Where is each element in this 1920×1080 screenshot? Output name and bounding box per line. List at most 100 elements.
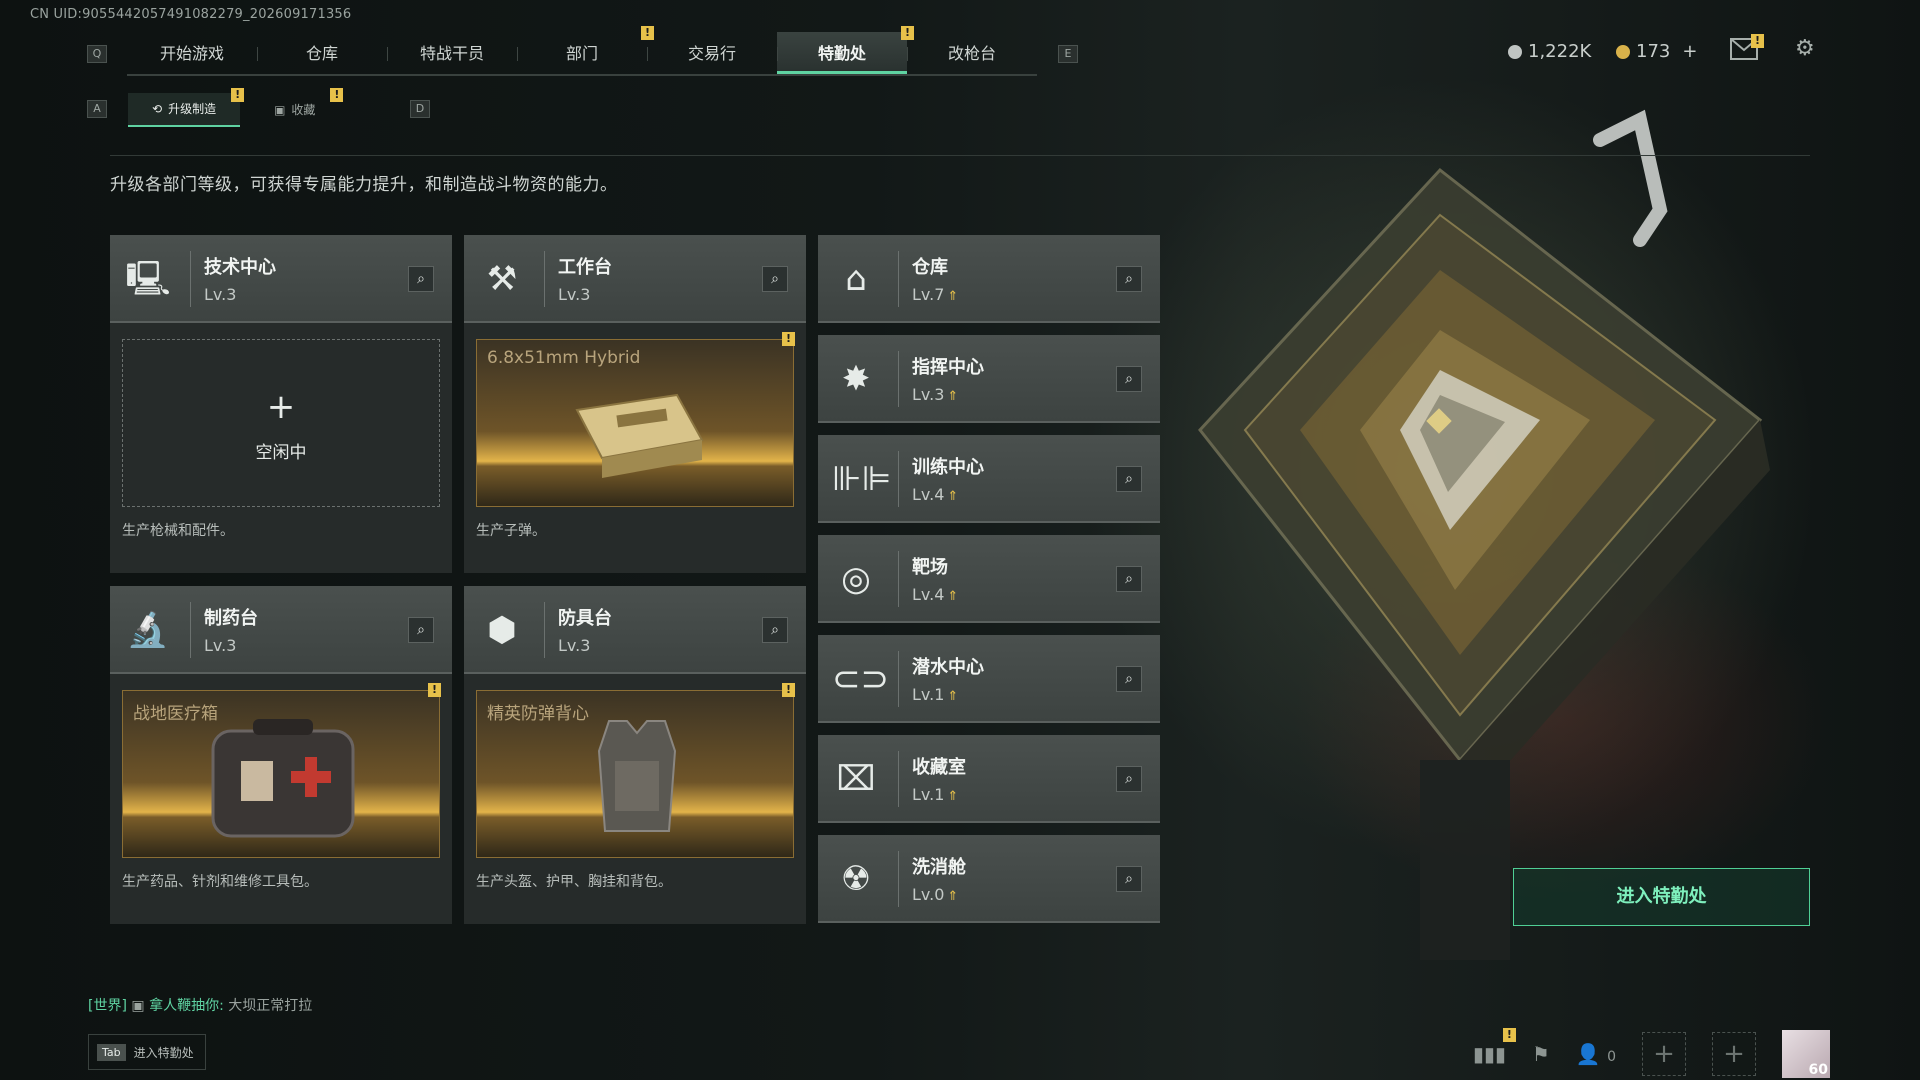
production-card-pharmacy[interactable]: 🔬 制药台 Lv.3 ⌕ 战地医疗箱 ! 生产药品、针剂和维修工具包。 — [110, 586, 452, 924]
card-header: ✸ 指挥中心 Lv.3 ⇑ ⌕ — [818, 335, 1160, 423]
gold-currency: 173 + — [1616, 41, 1697, 62]
tab-warehouse[interactable]: 仓库 — [257, 32, 387, 74]
card-header: ⊂⊃ 潜水中心 Lv.1 ⇑ ⌕ — [818, 635, 1160, 723]
gold-coin-icon — [1616, 44, 1630, 59]
gear-icon[interactable]: ⚙ — [1795, 36, 1815, 61]
card-level: Lv.3 — [204, 285, 237, 304]
tab-label: 改枪台 — [947, 44, 996, 63]
card-level: Lv.3 — [558, 636, 591, 655]
card-title: 潜水中心 — [912, 657, 984, 678]
avatar[interactable]: 60 — [1782, 1030, 1830, 1078]
search-icon[interactable]: ⌕ — [408, 617, 434, 643]
tab-special-ops[interactable]: 特勤处! — [777, 26, 914, 74]
warehouse-icon: ⌂ — [845, 259, 867, 299]
production-slot-empty[interactable]: + 空闲中 — [122, 339, 440, 507]
armor-vest-image — [597, 720, 677, 832]
tab-gunsmith[interactable]: 改枪台 — [907, 32, 1037, 74]
divider — [898, 651, 899, 707]
production-slot[interactable]: 战地医疗箱 ! — [122, 683, 441, 858]
production-card-armor-bench[interactable]: ⬢ 防具台 Lv.3 ⌕ 精英防弹背心 ! 生产头盔、护甲、胸挂和背包。 — [464, 586, 806, 924]
player-uid: CN UID:9055442057491082279_202609171356 — [30, 7, 352, 22]
tab-start-game[interactable]: 开始游戏 — [127, 32, 257, 74]
search-icon[interactable]: ⌕ — [1116, 666, 1142, 692]
card-title: 洗消舱 — [912, 857, 966, 878]
subnav-right-key-hint: D — [410, 100, 430, 118]
bottom-toolbar: ▮▮▮! ⚑ 👤 0 + + 60 — [1473, 1028, 1830, 1078]
level-text: Lv.1 — [912, 785, 945, 804]
medkit-image — [211, 719, 355, 838]
production-slot[interactable]: 精英防弹背心 ! — [476, 683, 795, 858]
search-icon[interactable]: ⌕ — [1116, 866, 1142, 892]
facility-card-collection-room[interactable]: ⌧ 收藏室 Lv.1 ⇑ ⌕ — [818, 735, 1160, 823]
search-icon[interactable]: ⌕ — [1116, 266, 1142, 292]
facility-card-shooting-range[interactable]: ◎ 靶场 Lv.4 ⇑ ⌕ — [818, 535, 1160, 623]
divider — [898, 751, 899, 807]
subtab-label: 升级制造 — [168, 102, 217, 116]
friends-icon[interactable]: 👤 0 — [1576, 1042, 1616, 1066]
stats-icon[interactable]: ▮▮▮! — [1473, 1028, 1516, 1066]
flag-icon[interactable]: ⚑ — [1532, 1042, 1550, 1066]
world-chat-line[interactable]: [世界] ▣ 拿人鞭抽你: 大坝正常打拉 — [88, 995, 312, 1015]
search-icon[interactable]: ⌕ — [1116, 366, 1142, 392]
tab-operators[interactable]: 特战干员 — [387, 32, 517, 74]
collection-icon: ▣ — [274, 103, 286, 117]
card-level: Lv.0 ⇑ — [912, 885, 958, 904]
tab-department[interactable]: 部门! — [517, 26, 654, 74]
card-header: 🔬 制药台 Lv.3 ⌕ — [110, 586, 452, 674]
tab-hint-button[interactable]: Tab 进入特勤处 — [88, 1034, 206, 1070]
card-level: Lv.3 — [558, 285, 591, 304]
facility-card-diving-center[interactable]: ⊂⊃ 潜水中心 Lv.1 ⇑ ⌕ — [818, 635, 1160, 723]
production-slot[interactable]: 6.8x51mm Hybrid ! — [476, 332, 795, 507]
production-card-workbench[interactable]: ⚒ 工作台 Lv.3 ⌕ 6.8x51mm Hybrid ! 生产子弹。 — [464, 235, 806, 573]
silver-amount: 1,222K — [1528, 41, 1592, 62]
divider — [898, 351, 899, 407]
card-title: 防具台 — [558, 608, 612, 629]
subtab-upgrade-craft[interactable]: ⟲ 升级制造 ! — [128, 88, 245, 127]
card-header: 🖳 技术中心 Lv.3 ⌕ — [110, 235, 452, 323]
search-icon[interactable]: ⌕ — [408, 266, 434, 292]
facility-card-training-center[interactable]: ⊪⊫ 训练中心 Lv.4 ⇑ ⌕ — [818, 435, 1160, 523]
friends-count: 0 — [1607, 1049, 1616, 1065]
divider — [898, 251, 899, 307]
add-gold-button[interactable]: + — [1682, 41, 1697, 62]
tab-label: 交易行 — [687, 44, 736, 63]
level-text: Lv.4 — [912, 585, 945, 604]
search-icon[interactable]: ⌕ — [1116, 466, 1142, 492]
cubes-icon: ⬢ — [487, 610, 517, 650]
enter-special-ops-button[interactable]: 进入特勤处 — [1513, 868, 1810, 926]
search-icon[interactable]: ⌕ — [1116, 566, 1142, 592]
upgrade-arrow-icon: ⇑ — [947, 789, 959, 804]
notification-badge: ! — [1502, 1028, 1516, 1042]
facility-card-decontamination[interactable]: ☢ 洗消舱 Lv.0 ⇑ ⌕ — [818, 835, 1160, 923]
search-icon[interactable]: ⌕ — [762, 266, 788, 292]
tab-label: 特勤处 — [817, 44, 866, 63]
facility-card-warehouse[interactable]: ⌂ 仓库 Lv.7 ⇑ ⌕ — [818, 235, 1160, 323]
level-text: Lv.3 — [912, 385, 945, 404]
search-icon[interactable]: ⌕ — [762, 617, 788, 643]
target-icon: ◎ — [841, 559, 871, 599]
level-text: Lv.4 — [912, 485, 945, 504]
facility-card-command-center[interactable]: ✸ 指挥中心 Lv.3 ⇑ ⌕ — [818, 335, 1160, 423]
add-teammate-button[interactable]: + — [1642, 1032, 1686, 1076]
mail-icon[interactable]: ! — [1730, 34, 1764, 66]
card-footer-text: 生产药品、针剂和维修工具包。 — [122, 874, 318, 890]
card-header: ⊪⊫ 训练中心 Lv.4 ⇑ ⌕ — [818, 435, 1160, 523]
tab-trading[interactable]: 交易行 — [647, 32, 777, 74]
search-icon[interactable]: ⌕ — [1116, 766, 1142, 792]
card-footer-text: 生产枪械和配件。 — [122, 523, 234, 539]
notification-badge: ! — [330, 88, 344, 102]
divider — [898, 451, 899, 507]
card-title: 训练中心 — [912, 457, 984, 478]
upgrade-arrow-icon: ⇑ — [947, 389, 959, 404]
add-teammate-button[interactable]: + — [1712, 1032, 1756, 1076]
card-level: Lv.3 ⇑ — [912, 385, 958, 404]
production-card-tech-center[interactable]: 🖳 技术中心 Lv.3 ⌕ + 空闲中 生产枪械和配件。 — [110, 235, 452, 573]
card-level: Lv.1 ⇑ — [912, 685, 958, 704]
upgrade-arrow-icon: ⇑ — [947, 289, 959, 304]
card-title: 工作台 — [558, 257, 612, 278]
card-footer-text: 生产头盔、护甲、胸挂和背包。 — [476, 874, 672, 890]
tab-label: 部门 — [565, 44, 598, 63]
subtab-collection[interactable]: ▣ 收藏 ! — [250, 88, 344, 127]
silver-currency: 1,222K — [1508, 41, 1591, 62]
silver-coin-icon — [1508, 44, 1522, 59]
